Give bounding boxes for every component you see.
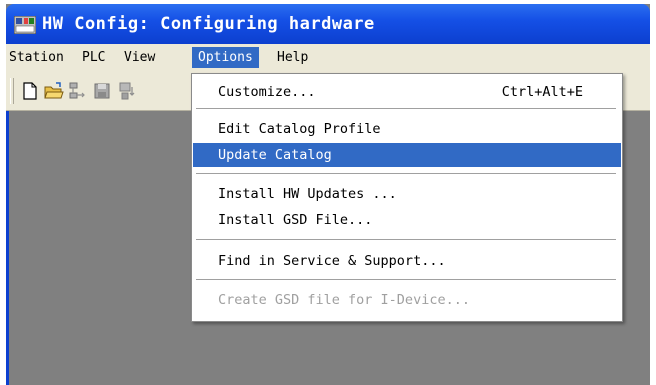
download-icon[interactable]: [118, 81, 138, 101]
title-bar[interactable]: HW Config: Configuring hardware: [6, 4, 650, 44]
menu-item-edit-catalog-profile[interactable]: Edit Catalog Profile: [193, 117, 621, 141]
toolbar-grip[interactable]: [10, 78, 14, 104]
menu-item-install-hw-updates-label: Install HW Updates ...: [218, 186, 397, 202]
options-dropdown-menu: Customize... Ctrl+Alt+E Edit Catalog Pro…: [191, 73, 623, 322]
window-title: HW Config: Configuring hardware: [42, 14, 375, 34]
menu-plc[interactable]: PLC: [82, 50, 105, 65]
menu-options[interactable]: Options: [192, 47, 259, 68]
open-folder-icon[interactable]: [44, 81, 64, 101]
menu-separator: [196, 173, 616, 175]
menu-item-create-gsd-for-i-device: Create GSD file for I-Device...: [193, 288, 621, 312]
menu-item-update-catalog[interactable]: Update Catalog: [193, 143, 621, 167]
menu-item-update-catalog-label: Update Catalog: [218, 147, 332, 163]
save-disk-icon[interactable]: [92, 81, 112, 101]
menu-item-create-gsd-for-i-device-label: Create GSD file for I-Device...: [218, 292, 470, 308]
menu-item-customize-label: Customize...: [218, 84, 316, 100]
menu-item-edit-catalog-profile-label: Edit Catalog Profile: [218, 121, 381, 137]
menu-item-install-hw-updates[interactable]: Install HW Updates ...: [193, 182, 621, 206]
menu-help[interactable]: Help: [277, 50, 308, 65]
menu-item-customize[interactable]: Customize... Ctrl+Alt+E: [193, 80, 621, 104]
menu-item-install-gsd-file[interactable]: Install GSD File...: [193, 208, 621, 232]
window-left-border: [6, 111, 9, 385]
menu-station[interactable]: Station: [9, 50, 64, 65]
menu-item-find-in-service-support-label: Find in Service & Support...: [218, 253, 446, 269]
hw-config-app-icon: [14, 16, 36, 34]
menu-item-find-in-service-support[interactable]: Find in Service & Support...: [193, 249, 621, 273]
menu-separator: [196, 239, 616, 241]
menu-separator: [196, 108, 616, 110]
network-icon[interactable]: [68, 81, 88, 101]
menu-item-install-gsd-file-label: Install GSD File...: [218, 212, 373, 228]
menu-separator: [196, 279, 616, 281]
new-document-icon[interactable]: [20, 81, 40, 101]
menu-bar: Station PLC View Options Help: [6, 44, 650, 73]
menu-item-customize-shortcut: Ctrl+Alt+E: [501, 84, 583, 100]
menu-view[interactable]: View: [124, 50, 155, 65]
